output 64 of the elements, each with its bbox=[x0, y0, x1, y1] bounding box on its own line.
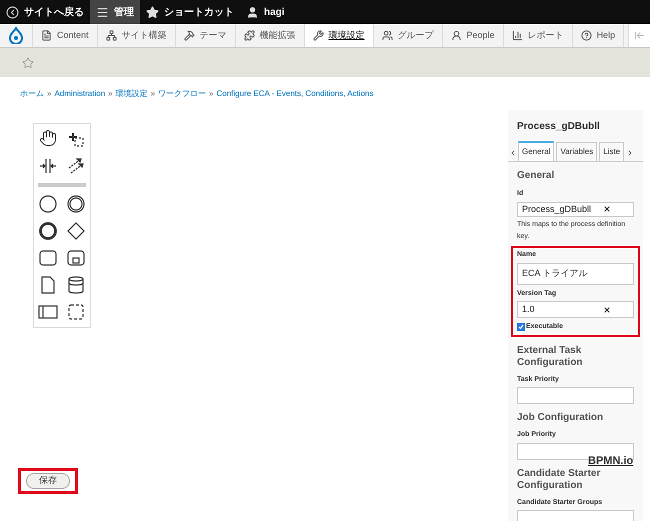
subprocess-icon[interactable] bbox=[66, 248, 86, 268]
star-icon bbox=[146, 6, 159, 18]
structure-icon bbox=[106, 30, 117, 41]
breadcrumb-separator: » bbox=[47, 88, 52, 100]
rounded-square-icon[interactable] bbox=[38, 248, 58, 268]
section-heading: External Task Configuration bbox=[517, 344, 584, 368]
tray-tab[interactable]: サイト構築 bbox=[98, 24, 176, 47]
tray-tab[interactable]: グループ bbox=[374, 24, 443, 47]
toolbar-link[interactable]: サイトへ戻る bbox=[0, 0, 90, 24]
text-field[interactable]: Process_gDBubll bbox=[517, 202, 634, 217]
toolbar-link[interactable]: ショートカット bbox=[140, 0, 240, 24]
space-tool-icon[interactable] bbox=[38, 156, 58, 176]
user-icon bbox=[246, 6, 259, 18]
section-heading: Job Configuration bbox=[517, 412, 604, 424]
breadcrumb-separator: » bbox=[209, 88, 214, 100]
people-icon bbox=[450, 30, 462, 41]
circle-icon[interactable] bbox=[38, 194, 58, 214]
section-heading: Candidate Starter Configuration bbox=[517, 468, 602, 492]
group-icon bbox=[382, 30, 393, 41]
panel-tab[interactable]: Liste bbox=[599, 142, 624, 161]
clear-icon[interactable] bbox=[603, 306, 611, 314]
scroll-left-icon[interactable] bbox=[509, 149, 517, 157]
toolbar-link[interactable]: 管理 bbox=[90, 0, 140, 24]
help-icon bbox=[580, 30, 592, 41]
text-field[interactable] bbox=[517, 387, 634, 404]
breadcrumb-link[interactable]: 環境設定 bbox=[116, 88, 148, 100]
tray-tab[interactable]: People bbox=[442, 24, 504, 47]
tray-tab[interactable]: レポート bbox=[504, 24, 573, 47]
tray-tab[interactable]: テーマ bbox=[176, 24, 236, 47]
chart-icon bbox=[512, 30, 523, 41]
file-icon bbox=[41, 30, 52, 41]
wrench-icon bbox=[312, 30, 324, 41]
drop-logo-icon[interactable] bbox=[9, 27, 23, 44]
dashed-square-icon[interactable] bbox=[66, 302, 86, 322]
puzzle-icon bbox=[244, 30, 255, 41]
hand-tool-icon[interactable] bbox=[39, 129, 57, 147]
tray-tab[interactable]: Content bbox=[33, 24, 98, 47]
star-icon[interactable] bbox=[22, 56, 34, 68]
thick-circle-icon[interactable] bbox=[38, 221, 58, 241]
breadcrumb-link[interactable]: ホーム bbox=[20, 88, 44, 100]
check-icon bbox=[518, 324, 524, 330]
text-area[interactable]: ECA トライアル bbox=[517, 262, 634, 284]
back-icon bbox=[6, 6, 19, 18]
tray-tab[interactable]: 環境設定 bbox=[304, 24, 374, 47]
breadcrumb-link[interactable]: Administration bbox=[54, 88, 106, 100]
section-heading: General bbox=[517, 169, 556, 183]
diamond-icon[interactable] bbox=[66, 221, 86, 241]
menu-icon bbox=[96, 6, 109, 18]
tray-tab[interactable]: Help bbox=[572, 24, 624, 47]
text-field[interactable]: 1.0 bbox=[517, 301, 634, 318]
connect-tool-icon[interactable] bbox=[66, 156, 86, 176]
breadcrumb-separator: » bbox=[108, 88, 113, 100]
toolbar-link[interactable]: hagi bbox=[240, 0, 291, 24]
breadcrumb-link[interactable]: Configure ECA - Events, Conditions, Actions bbox=[216, 88, 374, 100]
save-button[interactable]: 保存 bbox=[26, 473, 70, 489]
checkbox[interactable] bbox=[517, 323, 525, 332]
panel-tab[interactable]: General bbox=[518, 141, 554, 161]
panel-title: Process_gDBubll bbox=[517, 120, 601, 134]
breadcrumb-separator: » bbox=[150, 88, 156, 100]
clear-icon[interactable] bbox=[603, 205, 611, 214]
double-circle-icon[interactable] bbox=[66, 194, 86, 214]
breadcrumb-link[interactable]: ワークフロー bbox=[158, 88, 206, 100]
database-icon[interactable] bbox=[66, 275, 86, 295]
panel-tab[interactable]: Variables bbox=[556, 142, 598, 161]
